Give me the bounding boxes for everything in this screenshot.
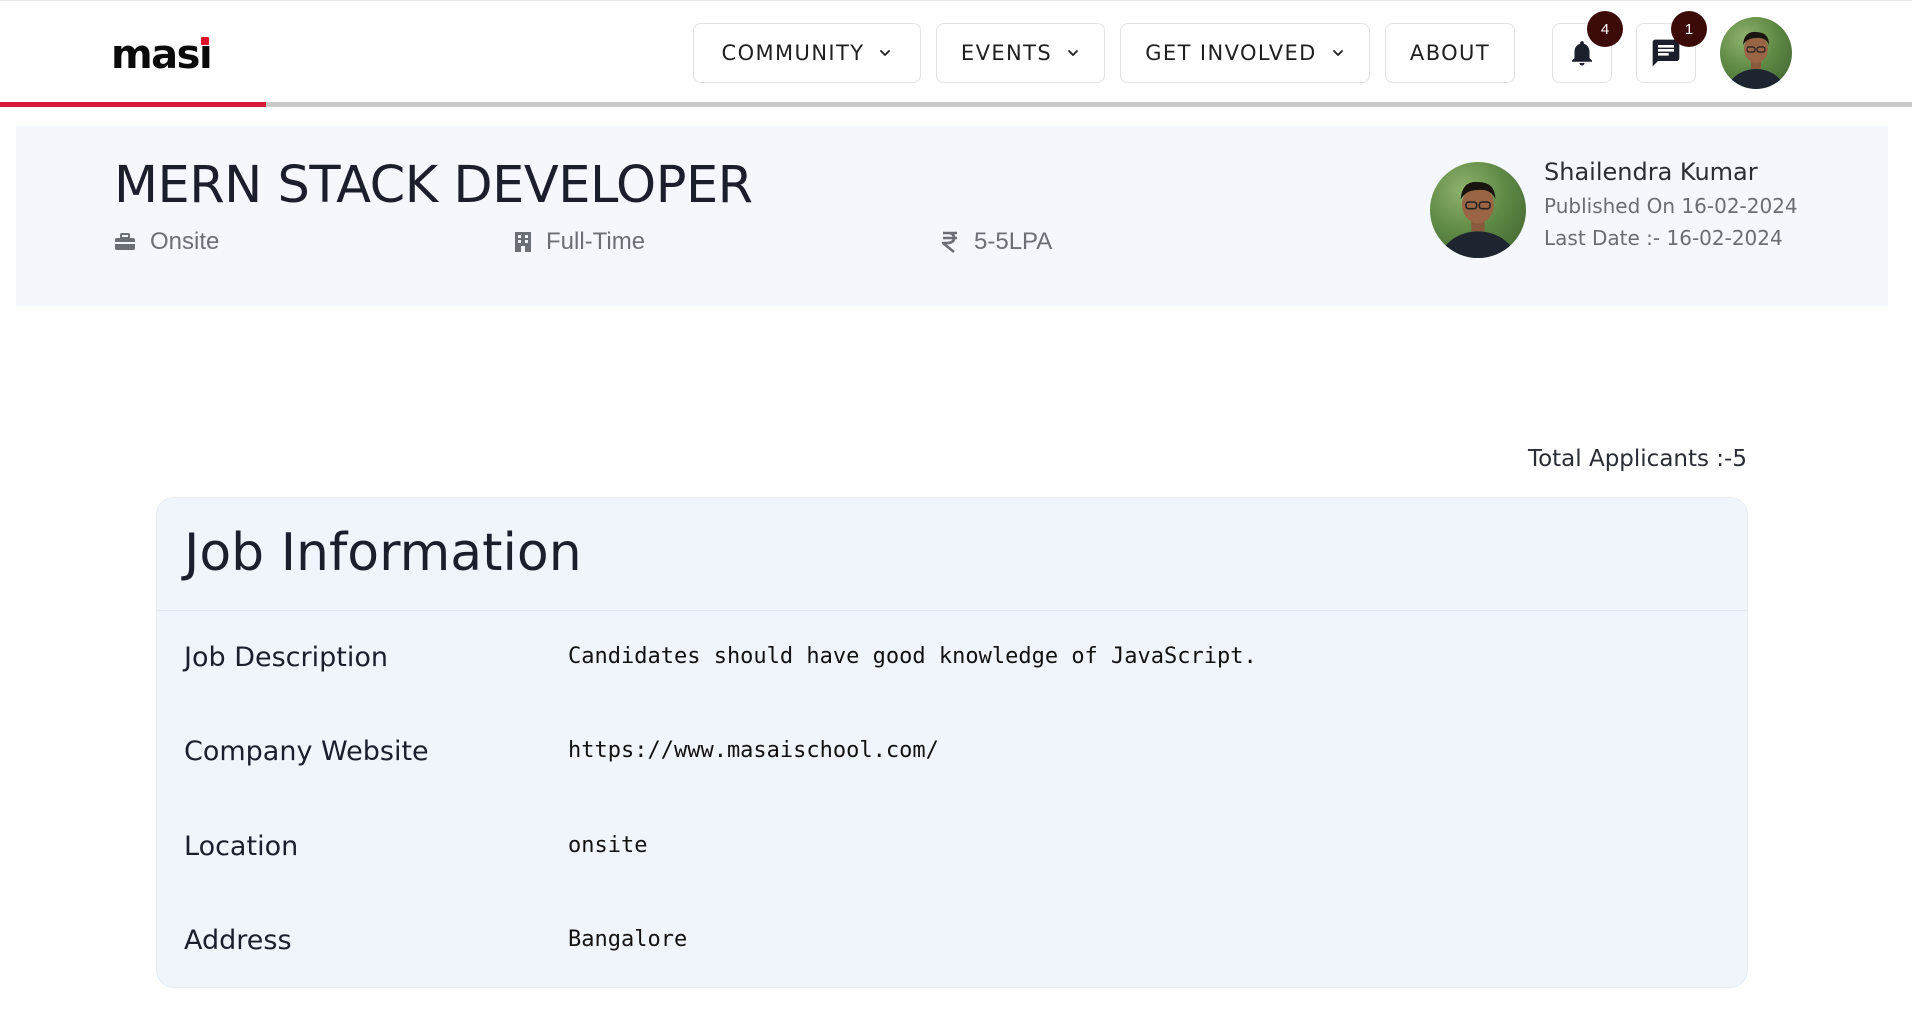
author-avatar — [1430, 162, 1526, 258]
job-mode-label: Onsite — [150, 228, 220, 255]
nav-about-button[interactable]: ABOUT — [1385, 23, 1515, 83]
job-type: Full-Time — [514, 228, 645, 256]
messages-badge: 1 — [1671, 11, 1707, 47]
chevron-down-icon — [1068, 50, 1078, 56]
building-icon — [515, 232, 531, 252]
user-avatar[interactable] — [1720, 17, 1792, 89]
published-date: Published On 16-02-2024 — [1544, 194, 1798, 218]
nav-get-involved-button[interactable]: GET INVOLVED — [1120, 23, 1370, 83]
location-value: onsite — [568, 833, 648, 858]
chevron-down-icon — [880, 50, 891, 56]
page-progress-fill — [0, 102, 266, 107]
company-website-value[interactable]: https://www.masaischool.com/ — [568, 738, 939, 763]
top-navbar: ması COMMUNITY EVENTS GET INVOLVED ABOUT… — [0, 0, 1912, 104]
job-information-card: Job Information Job Description Candidat… — [156, 497, 1748, 988]
messages-button[interactable]: 1 — [1636, 11, 1707, 83]
nav-about-label: ABOUT — [1409, 41, 1491, 65]
last-date: Last Date :- 16-02-2024 — [1544, 226, 1783, 250]
job-description-label: Job Description — [184, 642, 388, 673]
job-salary: 5-5LPA — [940, 228, 1052, 256]
rupee-icon — [941, 231, 957, 254]
address-label: Address — [184, 925, 292, 956]
page-progress-bar — [0, 102, 1912, 107]
job-mode: Onsite — [114, 228, 219, 256]
nav-events-label: EVENTS — [960, 41, 1053, 65]
nav-events-button[interactable]: EVENTS — [936, 23, 1105, 83]
notifications-button[interactable]: 4 — [1552, 11, 1623, 83]
nav-community-label: COMMUNITY — [721, 41, 865, 65]
nav-community-button[interactable]: COMMUNITY — [693, 23, 921, 83]
masai-logo[interactable]: ması — [111, 31, 213, 79]
nav-get-involved-label: GET INVOLVED — [1145, 41, 1317, 65]
job-information-title: Job Information — [184, 523, 582, 583]
job-title: MERN STACK DEVELOPER — [114, 156, 753, 215]
total-applicants: Total Applicants :-5 — [1527, 446, 1747, 472]
author-name: Shailendra Kumar — [1544, 158, 1758, 186]
location-label: Location — [184, 831, 299, 862]
chevron-down-icon — [1332, 50, 1343, 56]
job-type-label: Full-Time — [546, 228, 646, 255]
person-icon — [1726, 31, 1786, 89]
card-divider — [157, 610, 1747, 611]
address-value: Bangalore — [568, 927, 688, 952]
job-salary-label: 5-5LPA — [974, 228, 1053, 255]
person-icon — [1439, 181, 1517, 258]
job-description-value: Candidates should have good knowledge of… — [568, 644, 1257, 669]
briefcase-icon — [115, 233, 135, 250]
notifications-badge: 4 — [1587, 11, 1623, 47]
company-website-label: Company Website — [184, 736, 429, 767]
